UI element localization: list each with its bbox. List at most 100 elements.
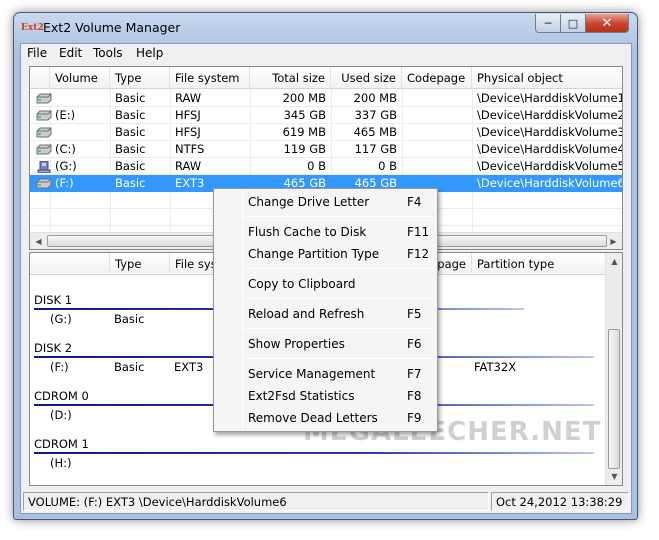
status-datetime: Oct 24,2012 13:38:29 [491, 492, 629, 511]
volume-list-header: Volume Type File system Total size Used … [30, 67, 622, 89]
volume-cell-type: Basic [115, 125, 146, 139]
menu-separator [244, 268, 433, 269]
volume-cell-total: 619 MB [282, 125, 326, 139]
volume-cell-total: 0 B [307, 159, 326, 173]
volume-cell-volume [50, 124, 110, 141]
disk-label[interactable]: CDROM 1 [34, 437, 89, 451]
volume-row[interactable]: (G:) Basic RAW 0 B 0 B \Device\HarddiskVolume… [30, 158, 622, 175]
context-menu-item-reload-and-refresh[interactable]: Reload and Refresh F5 [216, 303, 435, 325]
volume-cell-fs: HFSJ [175, 108, 201, 122]
volume-cell-total: 119 GB [283, 142, 326, 156]
context-menu-item-service-management[interactable]: Service Management F7 [216, 363, 435, 385]
disk-label[interactable]: DISK 1 [34, 293, 72, 307]
volume-cell-volume [50, 90, 110, 107]
menu-item-label: Reload and Refresh [248, 307, 365, 321]
context-menu: Change Drive Letter F4 Flush Cache to Disk… [213, 188, 438, 432]
volume-row[interactable]: (E:) Basic HFSJ 345 GB 337 GB \Device\Harddis… [30, 107, 622, 124]
menu-item-label: Ext2Fsd Statistics [248, 389, 355, 403]
maximize-icon: □ [567, 16, 579, 30]
column-header-physical-object[interactable]: Physical object [472, 67, 622, 89]
disk-column-header-volume[interactable] [30, 253, 110, 275]
volume-cell-codepage [402, 107, 472, 124]
volume-row[interactable]: Basic RAW 200 MB 200 MB \Device\HarddiskVolu… [30, 90, 622, 107]
disk-cell-volume[interactable]: (H:) [50, 456, 72, 470]
volume-cell-codepage [402, 90, 472, 107]
volume-cell-physical: \Device\HarddiskVolume1 [477, 91, 623, 105]
volume-cell-used: 0 B [378, 159, 397, 173]
column-header-used-size[interactable]: Used size [331, 67, 402, 89]
volume-row[interactable]: (C:) Basic NTFS 119 GB 117 GB \Device\Harddis… [30, 141, 622, 158]
close-icon: ✕ [601, 15, 613, 31]
menu-file[interactable]: File [27, 46, 47, 60]
volume-cell-type: Basic [115, 91, 146, 105]
volume-cell-used: 117 GB [354, 142, 397, 156]
context-menu-item-change-drive-letter[interactable]: Change Drive Letter F4 [216, 191, 435, 213]
status-bar: VOLUME: (F:) EXT3 \Device\HarddiskVolume… [21, 490, 631, 513]
menu-item-label: Show Properties [248, 337, 345, 351]
column-header-filesystem[interactable]: File system [170, 67, 250, 89]
context-menu-item-flush-cache-to-disk[interactable]: Flush Cache to Disk F11 [216, 221, 435, 243]
disk-cell-volume[interactable]: (F:) [50, 360, 69, 374]
context-menu-item-copy-to-clipboard[interactable]: Copy to Clipboard [216, 273, 435, 295]
menu-item-label: Change Partition Type [248, 247, 380, 261]
scroll-left-icon[interactable]: ◀ [30, 233, 47, 249]
volume-cell-volume: (G:) [55, 159, 77, 173]
disk-cell-ptype: FAT32X [474, 360, 517, 374]
disk-column-header-partition-type[interactable]: Partition type [472, 253, 607, 275]
disk-column-header-type[interactable]: Type [110, 253, 170, 275]
volume-cell-used: 337 GB [354, 108, 397, 122]
disk-label[interactable]: DISK 2 [34, 341, 72, 355]
disk-cell-volume[interactable]: (G:) [50, 312, 72, 326]
menu-item-shortcut: F5 [407, 307, 422, 321]
column-header-codepage[interactable]: Codepage [402, 67, 472, 89]
column-header-type[interactable]: Type [110, 67, 170, 89]
menu-separator [244, 216, 433, 217]
menu-separator [244, 328, 433, 329]
volume-cell-type: Basic [115, 142, 146, 156]
close-button[interactable]: ✕ [585, 14, 629, 33]
context-menu-item-remove-dead-letters[interactable]: Remove Dead Letters F9 [216, 407, 435, 429]
menu-item-shortcut: F11 [407, 225, 430, 239]
title-bar[interactable]: Ext2 Ext2 Volume Manager ─ □ ✕ [14, 13, 637, 43]
scroll-right-icon[interactable]: ▶ [605, 233, 622, 249]
column-header-volume[interactable]: Volume [50, 67, 110, 89]
minimize-icon: ─ [544, 16, 552, 30]
volume-cell-used: 465 MB [353, 125, 397, 139]
volume-row[interactable]: Basic HFSJ 619 MB 465 MB \Device\HarddiskVol… [30, 124, 622, 141]
disk-cell-fs: EXT3 [174, 360, 204, 374]
menu-separator [244, 358, 433, 359]
menu-edit[interactable]: Edit [59, 46, 82, 60]
volume-cell-fs: RAW [175, 91, 202, 105]
vertical-scrollbar[interactable]: ▲ ▼ [605, 253, 622, 485]
menu-item-shortcut: F12 [407, 247, 430, 261]
volume-cell-total: 345 GB [283, 108, 326, 122]
menu-item-shortcut: F4 [407, 195, 422, 209]
header-spacer [30, 67, 50, 89]
disk-cell-type: Basic [114, 360, 145, 374]
menu-item-label: Change Drive Letter [248, 195, 370, 209]
menu-item-label: Service Management [248, 367, 376, 381]
menu-tools[interactable]: Tools [93, 46, 123, 60]
context-menu-item-ext2fsd-statistics[interactable]: Ext2Fsd Statistics F8 [216, 385, 435, 407]
context-menu-item-show-properties[interactable]: Show Properties F6 [216, 333, 435, 355]
disk-cell-volume[interactable]: (D:) [50, 408, 72, 422]
minimize-button[interactable]: ─ [535, 14, 561, 33]
volume-cell-fs: RAW [175, 159, 202, 173]
vertical-scroll-thumb[interactable] [608, 329, 620, 469]
menu-item-label: Remove Dead Letters [248, 411, 378, 425]
menu-help[interactable]: Help [136, 46, 163, 60]
volume-cell-used: 200 MB [353, 91, 397, 105]
column-header-total-size[interactable]: Total size [250, 67, 331, 89]
menu-item-label: Flush Cache to Disk [248, 225, 367, 239]
volume-cell-type: Basic [115, 108, 146, 122]
disk-cell-type: Basic [114, 312, 145, 326]
scroll-up-icon[interactable]: ▲ [606, 253, 622, 270]
disk-label[interactable]: CDROM 0 [34, 389, 89, 403]
volume-cell-physical: \Device\HarddiskVolume4 [477, 142, 623, 156]
menu-item-shortcut: F8 [407, 389, 422, 403]
context-menu-item-change-partition-type[interactable]: Change Partition Type F12 [216, 243, 435, 265]
disk-separator-line [34, 452, 594, 454]
maximize-button[interactable]: □ [560, 14, 586, 33]
volume-cell-type: Basic [115, 159, 146, 173]
scroll-down-icon[interactable]: ▼ [606, 468, 622, 485]
